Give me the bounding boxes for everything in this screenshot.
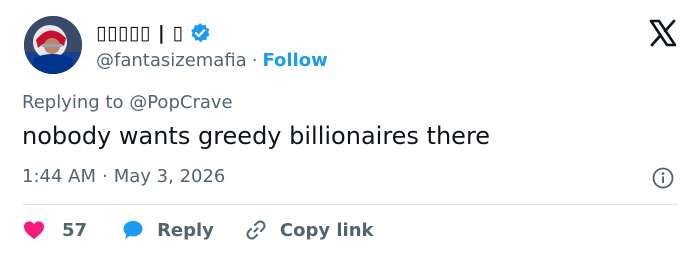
display-name[interactable]: ▯▯▯▯▯ | ▯ — [96, 22, 183, 44]
tweet-time[interactable]: 1:44 AM — [22, 166, 96, 187]
author-handle-row: @fantasizemafia · Follow — [96, 48, 328, 72]
action-bar: 57 Reply Copy link — [22, 216, 374, 244]
reply-context: Replying to @PopCrave — [22, 92, 233, 113]
copy-link-label: Copy link — [279, 219, 374, 241]
speech-bubble-icon — [121, 218, 145, 242]
heart-icon — [22, 218, 46, 242]
reply-prefix: Replying to — [22, 92, 124, 113]
tweet-card: ▯▯▯▯▯ | ▯ @fantasizemafia · Follow Reply… — [0, 0, 700, 256]
copy-link-button[interactable]: Copy link — [244, 218, 374, 242]
tweet-meta: 1:44 AM · May 3, 2026 — [22, 166, 225, 187]
info-icon[interactable] — [652, 167, 674, 189]
reply-button[interactable]: Reply — [121, 218, 214, 242]
x-logo-icon[interactable] — [648, 18, 678, 48]
handle-separator: · — [251, 49, 258, 71]
reply-mention[interactable]: @PopCrave — [129, 92, 232, 113]
meta-separator: · — [102, 166, 108, 187]
author-name-row: ▯▯▯▯▯ | ▯ — [96, 20, 211, 46]
divider — [22, 204, 678, 205]
like-count: 57 — [62, 219, 88, 241]
tweet-text: nobody wants greedy billionaires there — [22, 122, 491, 150]
avatar[interactable] — [24, 16, 82, 74]
tweet-date[interactable]: May 3, 2026 — [114, 166, 226, 187]
like-button[interactable]: 57 — [22, 218, 87, 242]
link-icon — [244, 218, 268, 242]
follow-button[interactable]: Follow — [262, 50, 327, 71]
author-handle[interactable]: @fantasizemafia — [96, 50, 247, 71]
reply-label: Reply — [157, 219, 214, 241]
verified-badge-icon — [189, 22, 211, 44]
